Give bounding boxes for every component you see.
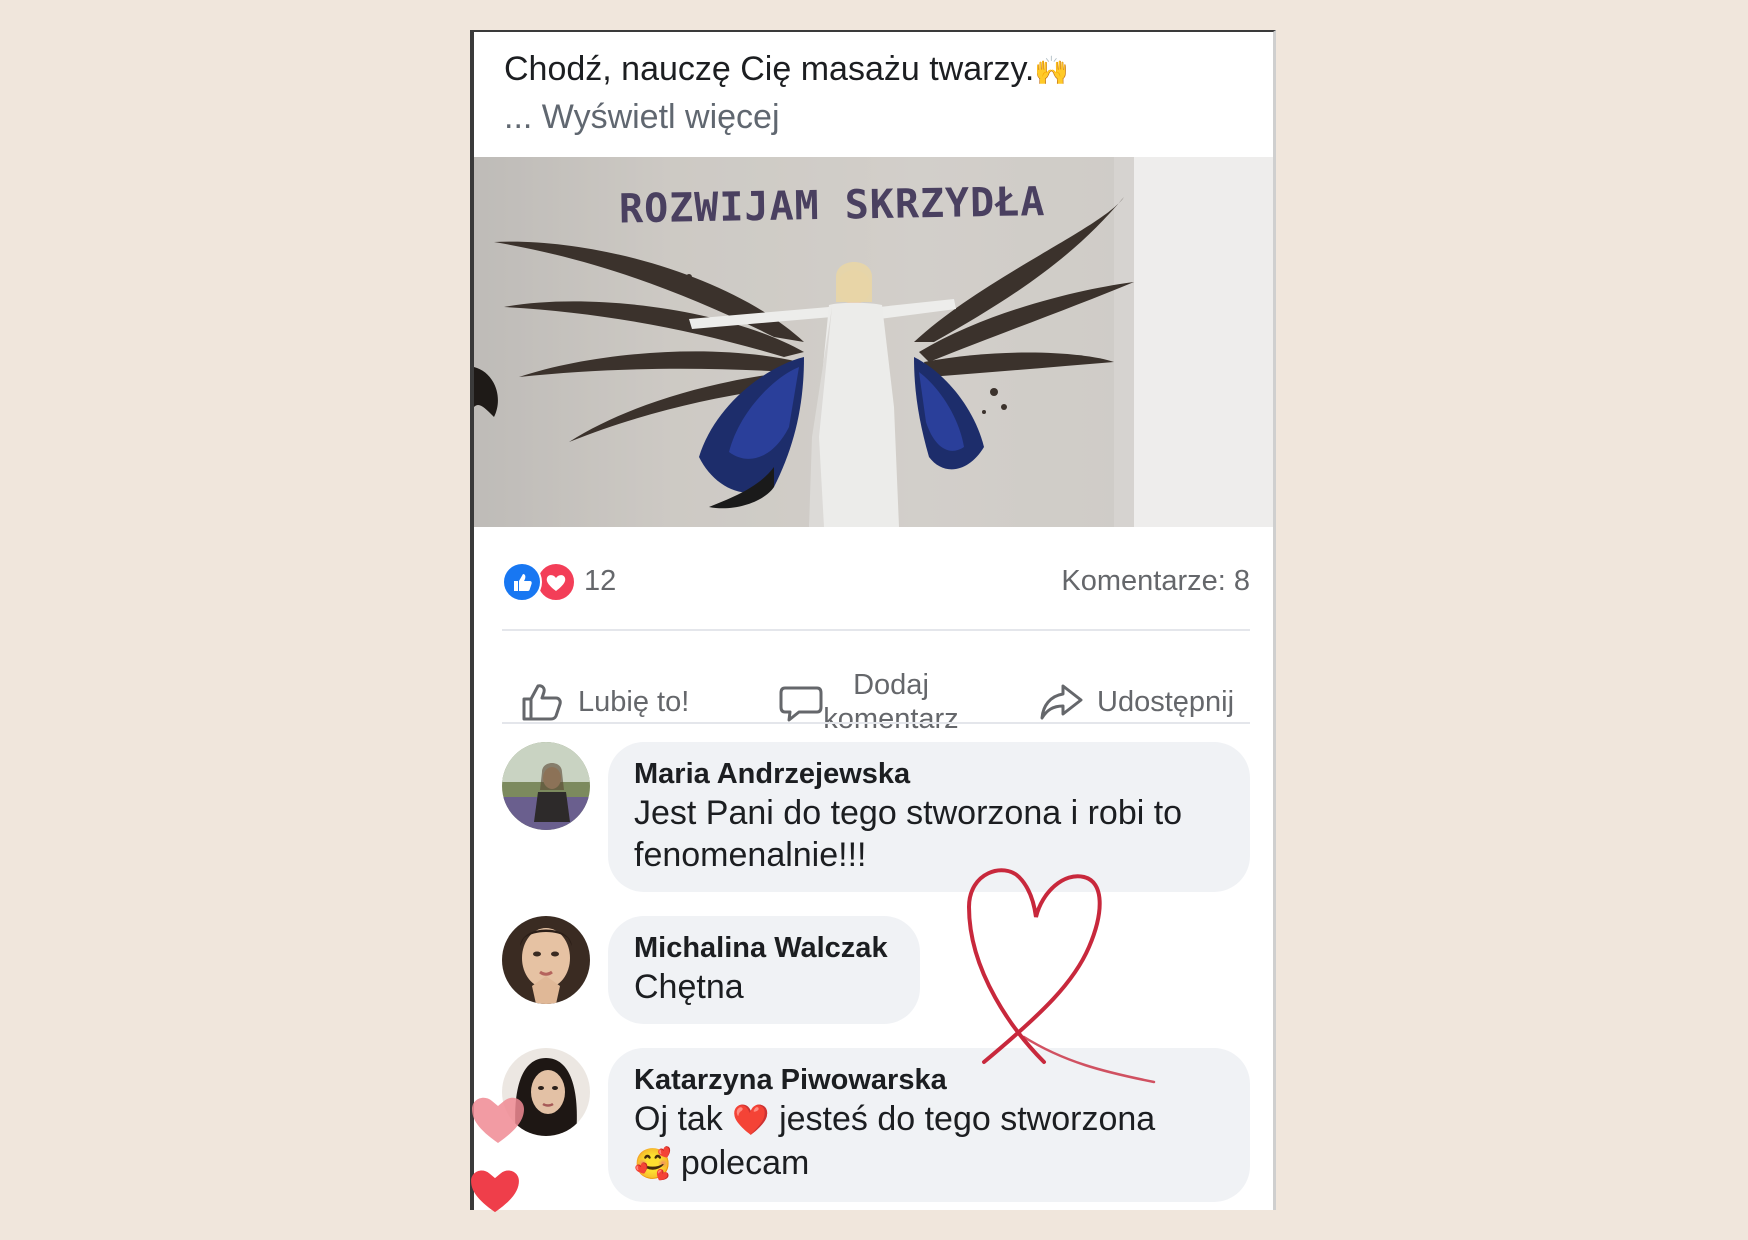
reactions-summary[interactable]: 12 Komentarze: 8	[502, 557, 1250, 607]
thumbs-up-icon	[522, 684, 562, 721]
floating-heart-icon	[471, 1170, 519, 1213]
share-button-label: Udostępnij	[1097, 685, 1235, 718]
avatar[interactable]	[502, 742, 590, 830]
comment-text: Chętna	[634, 968, 744, 1006]
comment-button-label-line1: Dodaj	[853, 669, 929, 701]
mural-graffiti-text: ROZWIJAM SKRZYDŁA	[618, 179, 1046, 233]
comments-count-link[interactable]: Komentarze: 8	[1061, 565, 1250, 598]
comment-author[interactable]: Michalina Walczak	[634, 930, 894, 966]
post-caption: Chodź, nauczę Cię masażu twarzy.	[504, 50, 1035, 88]
comment-button[interactable]: Dodaj komentarz	[777, 652, 961, 752]
post-photo[interactable]: ROZWIJAM SKRZYDŁA	[474, 157, 1273, 527]
smiling-face-hearts-emoji: 🥰	[634, 1148, 672, 1181]
divider	[502, 722, 1250, 724]
share-button[interactable]: Udostępnij	[1037, 652, 1234, 752]
comment-button-label-line2: komentarz	[823, 703, 959, 735]
like-button-label: Lubię to!	[578, 685, 690, 718]
love-icon	[536, 562, 576, 602]
share-arrow-icon	[1040, 684, 1083, 720]
facebook-post-card: Chodź, nauczę Cię masażu twarzy.🙌 ... Wy…	[470, 30, 1276, 1210]
comment-author[interactable]: Maria Andrzejewska	[634, 756, 1224, 792]
comment-bubble-icon	[779, 686, 823, 722]
comment-bubble: Michalina Walczak Chętna	[608, 916, 920, 1024]
divider	[502, 629, 1250, 631]
like-icon	[502, 562, 542, 602]
floating-heart-icon	[472, 1097, 524, 1143]
red-heart-emoji: ❤️	[732, 1104, 770, 1137]
drawn-heart-decoration	[966, 868, 1156, 1084]
post-text: Chodź, nauczę Cię masażu twarzy.🙌 ... Wy…	[504, 46, 1244, 140]
reaction-count: 12	[584, 565, 617, 597]
see-more-link[interactable]: ... Wyświetl więcej	[504, 94, 1244, 140]
avatar[interactable]	[502, 916, 590, 1004]
post-actions-bar: Lubię to! Dodaj komentarz Udostępnij	[502, 652, 1250, 752]
like-button[interactable]: Lubię to!	[518, 652, 689, 752]
raising-hands-emoji: 🙌	[1034, 55, 1070, 86]
